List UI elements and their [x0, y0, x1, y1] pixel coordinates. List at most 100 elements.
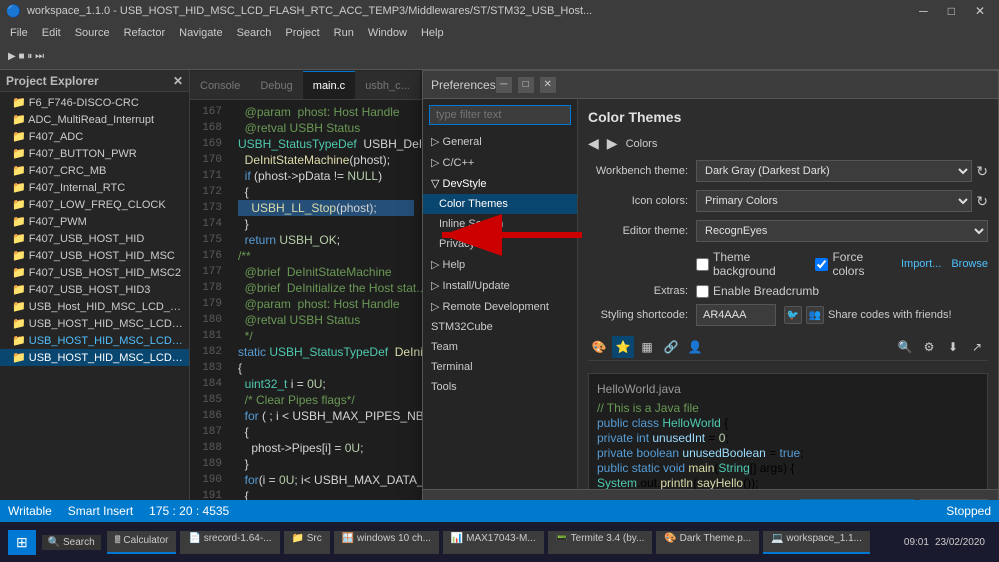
taskbar-src[interactable]: 📁 Src — [284, 531, 330, 554]
tree-item-usb-hid-msc2[interactable]: 📁 F407_USB_HOST_HID_MSC2 — [0, 264, 189, 281]
tree-item-usb-host2[interactable]: 📁 USB_HOST_HID_MSC_LCD_FLASH_RTC — [0, 315, 189, 332]
breadcrumb-checkbox[interactable] — [696, 285, 709, 298]
nav-stm32[interactable]: STM32Cube — [423, 317, 577, 337]
tab-usbh[interactable]: usbh_c... — [355, 71, 420, 99]
menu-bar: File Edit Source Refactor Navigate Searc… — [0, 22, 999, 44]
taskbar-dark-theme[interactable]: 🎨 Dark Theme.p... — [656, 531, 759, 554]
icon-colors-refresh-btn[interactable]: ↻ — [976, 193, 988, 210]
menu-navigate[interactable]: Navigate — [173, 25, 228, 41]
tool-download[interactable]: ⬇ — [942, 336, 964, 358]
taskbar-srecord[interactable]: 📄 srecord-1.64-... — [180, 531, 279, 554]
close-btn[interactable]: ✕ — [967, 4, 993, 18]
browse-link[interactable]: Browse — [951, 258, 988, 270]
taskbar-termite[interactable]: 📟 Termite 3.4 (by... — [548, 531, 653, 554]
tree-item-f407-pwm[interactable]: 📁 F407_PWM — [0, 213, 189, 230]
tree-item-usb-hid3[interactable]: 📁 F407_USB_HOST_HID3 — [0, 281, 189, 298]
editor-select[interactable]: RecognEyes Default Dark Monokai Solarize… — [696, 220, 988, 242]
tool-palette[interactable]: 🎨 — [588, 336, 610, 358]
nav-install[interactable]: ▷ Install/Update — [423, 275, 577, 296]
search-taskbar-btn[interactable]: 🔍 Search — [42, 535, 101, 550]
nav-tools[interactable]: Tools — [423, 377, 577, 397]
explorer-collapse-btn[interactable]: ✕ — [173, 74, 183, 88]
tab-main-c[interactable]: main.c — [303, 71, 355, 99]
taskbar-calculator[interactable]: 🖩 Calculator — [107, 531, 177, 554]
menu-source[interactable]: Source — [69, 25, 116, 41]
project-explorer-panel: Project Explorer ✕ 📁 F6_F746-DISCO-CRC 📁… — [0, 70, 190, 500]
filter-input[interactable] — [429, 105, 571, 125]
tree-item-usb-hid[interactable]: 📁 F407_USB_HOST_HID — [0, 230, 189, 247]
dialog-minimize-btn[interactable]: ─ — [496, 77, 512, 93]
maximize-btn[interactable]: □ — [940, 4, 963, 18]
nav-general[interactable]: ▷ General — [423, 131, 577, 152]
nav-remote[interactable]: ▷ Remote Development — [423, 296, 577, 317]
help-icon-btn[interactable]: ? — [433, 499, 455, 501]
tool-person[interactable]: 👤 — [684, 336, 706, 358]
nav-cpp[interactable]: ▷ C/C++ — [423, 152, 577, 173]
facebook-share-icon[interactable]: 👥 — [806, 306, 824, 324]
code-content[interactable]: @param phost: Host Handle @retval USBH S… — [230, 100, 422, 500]
shortcode-input[interactable] — [696, 304, 776, 326]
icon-colors-select[interactable]: Primary Colors Classic Monochrome — [696, 190, 972, 212]
start-button[interactable]: ⊞ — [8, 530, 36, 555]
tree-item-f407-adc[interactable]: 📁 F407_ADC — [0, 128, 189, 145]
search-area — [423, 99, 577, 131]
tool-link[interactable]: 🔗 — [660, 336, 682, 358]
preferences-footer: ? ⬆ ⬇ Apply and Close Cancel — [423, 489, 998, 500]
dialog-close-btn[interactable]: ✕ — [540, 77, 556, 93]
menu-window[interactable]: Window — [362, 25, 413, 41]
menu-file[interactable]: File — [4, 25, 34, 41]
tab-debug[interactable]: Debug — [250, 71, 302, 99]
nav-privacy[interactable]: Privacy — [423, 234, 577, 254]
force-colors-checkbox[interactable] — [815, 258, 828, 271]
tree-item-f6[interactable]: 📁 F6_F746-DISCO-CRC — [0, 94, 189, 111]
cancel-btn[interactable]: Cancel — [920, 499, 988, 501]
workbench-select[interactable]: Dark Gray (Darkest Dark) Default Dark Li… — [696, 160, 972, 182]
dialog-maximize-btn[interactable]: □ — [518, 77, 534, 93]
tree-item-adc-multi[interactable]: 📁 ADC_MultiRead_Interrupt — [0, 111, 189, 128]
tree-item-f407-btn[interactable]: 📁 F407_BUTTON_PWR — [0, 145, 189, 162]
tool-share[interactable]: ↗ — [966, 336, 988, 358]
nav-terminal[interactable]: Terminal — [423, 357, 577, 377]
window-controls: ─ □ ✕ — [911, 4, 993, 18]
preferences-dialog: Preferences ─ □ ✕ ▷ General ▷ C/C++ — [422, 70, 999, 500]
tool-settings[interactable]: ⚙ — [918, 336, 940, 358]
menu-search[interactable]: Search — [231, 25, 278, 41]
nav-inline-search[interactable]: Inline Search — [423, 214, 577, 234]
apply-and-close-btn[interactable]: Apply and Close — [800, 499, 914, 501]
line-numbers: 1671681691701711721731741751761771781791… — [190, 100, 230, 500]
menu-help[interactable]: Help — [415, 25, 450, 41]
nav-back-btn[interactable]: ◀ — [588, 135, 599, 152]
workbench-refresh-btn[interactable]: ↻ — [976, 163, 988, 180]
tree-item-f407-crc[interactable]: 📁 F407_CRC_MB — [0, 162, 189, 179]
menu-project[interactable]: Project — [279, 25, 325, 41]
menu-refactor[interactable]: Refactor — [118, 25, 172, 41]
tool-star[interactable]: ⭐ — [612, 336, 634, 358]
minimize-btn[interactable]: ─ — [911, 4, 936, 18]
export-icon-btn[interactable]: ⬇ — [493, 499, 515, 501]
tree-item-usb-host3[interactable]: 📁 USB_HOST_HID_MSC_LCD_FLASH_RTC — [0, 332, 189, 349]
menu-run[interactable]: Run — [328, 25, 360, 41]
taskbar-max17[interactable]: 📊 MAX17043-M... — [443, 531, 544, 554]
nav-help[interactable]: ▷ Help — [423, 254, 577, 275]
tree-item-f407-freq[interactable]: 📁 F407_LOW_FREQ_CLOCK — [0, 196, 189, 213]
tree-item-f407-rtc[interactable]: 📁 F407_Internal_RTC — [0, 179, 189, 196]
status-bar: Writable Smart Insert 175 : 20 : 4535 St… — [0, 500, 999, 522]
tree-item-usb-host1[interactable]: 📁 USB_Host_HID_MSC_LCD_FLASH_RTC — [0, 298, 189, 315]
taskbar-workspace[interactable]: 💻 workspace_1.1... — [763, 531, 870, 554]
nav-team[interactable]: Team — [423, 337, 577, 357]
nav-color-themes[interactable]: Color Themes — [423, 194, 577, 214]
menu-edit[interactable]: Edit — [36, 25, 67, 41]
nav-forward-btn[interactable]: ▶ — [607, 135, 618, 152]
tool-grid[interactable]: ▦ — [636, 336, 658, 358]
theme-bg-checkbox[interactable] — [696, 258, 709, 271]
import-link[interactable]: Import... — [901, 258, 941, 270]
tool-search[interactable]: 🔍 — [894, 336, 916, 358]
tab-console[interactable]: Console — [190, 71, 250, 99]
twitter-share-icon[interactable]: 🐦 — [784, 306, 802, 324]
nav-devstyle[interactable]: ▽ DevStyle — [423, 173, 577, 194]
breadcrumb-label: Enable Breadcrumb — [696, 284, 819, 298]
tree-item-usb-hid-msc[interactable]: 📁 F407_USB_HOST_HID_MSC — [0, 247, 189, 264]
tree-item-usb-host4[interactable]: 📁 USB_HOST_HID_MSC_LCD_FLASH_RTC — [0, 349, 189, 366]
taskbar-win10[interactable]: 🪟 windows 10 ch... — [334, 531, 439, 554]
import-icon-btn[interactable]: ⬆ — [463, 499, 485, 501]
